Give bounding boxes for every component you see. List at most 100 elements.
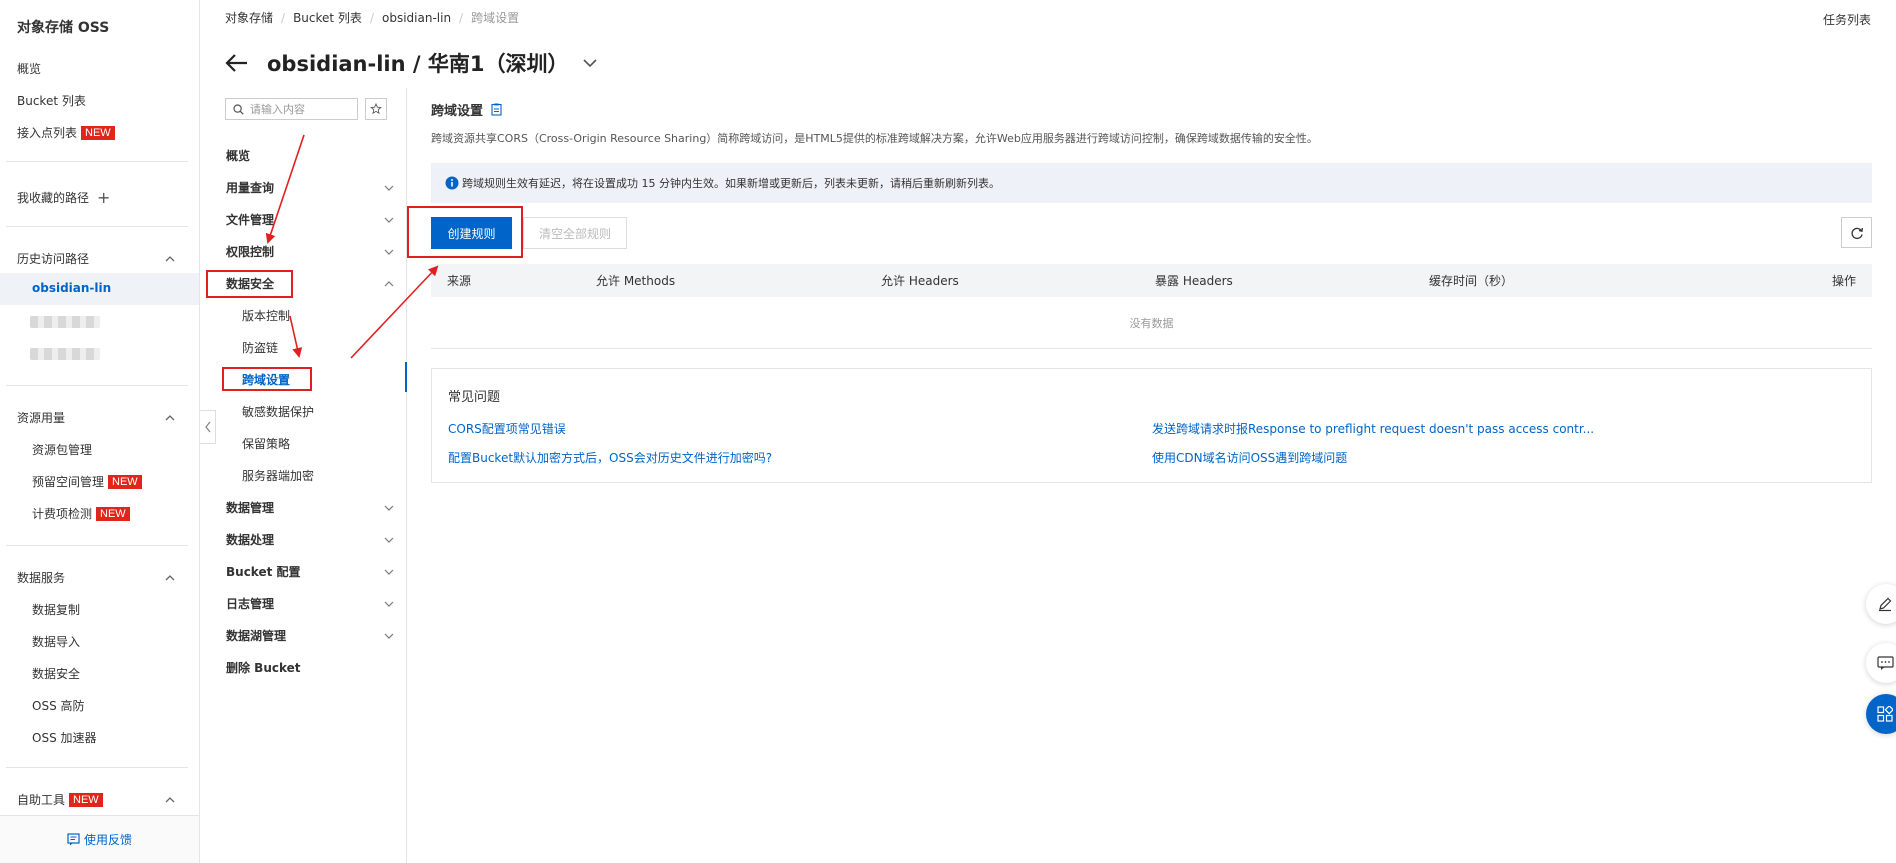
column-header-cache-time: 缓存时间（秒） — [1429, 274, 1514, 288]
breadcrumb-separator: / — [281, 10, 286, 25]
bucket-nav-overview[interactable]: 概览 — [226, 147, 396, 164]
apps-float-button[interactable] — [1866, 694, 1896, 734]
chevron-down-icon[interactable] — [582, 58, 598, 68]
history-item-obsidian-lin[interactable]: obsidian-lin — [0, 273, 199, 305]
faq-title: 常见问题 — [448, 390, 501, 405]
refresh-icon — [1850, 227, 1863, 239]
breadcrumb-separator: / — [369, 10, 374, 25]
resource-header[interactable]: 资源用量 — [17, 409, 177, 426]
bucket-nav-files[interactable]: 文件管理 — [226, 211, 396, 228]
bucket-nav-delete-bucket[interactable]: 删除 Bucket — [226, 659, 396, 676]
bucket-nav-label: 数据管理 — [226, 501, 275, 515]
annotation-box-cors — [222, 367, 312, 391]
back-arrow-icon[interactable] — [225, 53, 249, 73]
nav-divider — [6, 226, 188, 227]
resource-label: 资源用量 — [17, 411, 66, 425]
breadcrumb-current: 跨域设置 — [471, 11, 520, 25]
task-list-link[interactable]: 任务列表 — [1823, 11, 1871, 28]
favorite-star-button[interactable] — [365, 98, 387, 120]
bucket-nav-label: Bucket 配置 — [226, 565, 301, 579]
bucket-nav-versioning[interactable]: 版本控制 — [242, 307, 290, 324]
blurred-history-item[interactable] — [30, 316, 100, 328]
chevron-down-icon — [384, 249, 394, 255]
history-label: 历史访问路径 — [17, 252, 90, 266]
nav-item-label: 数据安全 — [32, 667, 81, 681]
bucket-nav-retention[interactable]: 保留策略 — [242, 435, 290, 452]
bucket-nav-permissions[interactable]: 权限控制 — [226, 243, 396, 260]
edit-float-button[interactable] — [1866, 584, 1896, 624]
nav-item-data-replication[interactable]: 数据复制 — [32, 601, 80, 618]
column-header-allow-headers: 允许 Headers — [881, 274, 959, 288]
column-header-origin: 来源 — [447, 274, 472, 288]
chevron-down-icon — [384, 633, 394, 639]
nav-item-resource-pack[interactable]: 资源包管理 — [32, 441, 92, 458]
nav-item-label: 数据复制 — [32, 603, 81, 617]
bucket-nav-sensitive-data[interactable]: 敏感数据保护 — [242, 403, 314, 420]
breadcrumb-separator: / — [459, 10, 464, 25]
nav-item-overview[interactable]: 概览 — [17, 60, 41, 77]
chevron-down-icon — [384, 537, 394, 543]
nav-item-data-import[interactable]: 数据导入 — [32, 633, 80, 650]
history-header[interactable]: 历史访问路径 — [17, 250, 177, 267]
edit-icon — [1879, 597, 1892, 612]
bucket-nav-data-processing[interactable]: 数据处理 — [226, 531, 396, 548]
table-empty-state: 没有数据 — [431, 297, 1872, 349]
clear-all-rules-button[interactable]: 清空全部规则 — [523, 217, 627, 249]
self-tools-header[interactable]: 自助工具 NEW — [17, 791, 177, 808]
self-tools-label: 自助工具 — [17, 793, 66, 807]
breadcrumb-link-bucket-list[interactable]: Bucket 列表 — [293, 9, 362, 26]
nav-item-data-security[interactable]: 数据安全 — [32, 665, 80, 682]
bucket-nav-logs[interactable]: 日志管理 — [226, 595, 396, 612]
favorites-header[interactable]: 我收藏的路径 + — [17, 188, 110, 207]
bucket-nav-label: 文件管理 — [226, 213, 275, 227]
chat-float-button[interactable] — [1866, 643, 1896, 683]
nav-item-oss-ddos[interactable]: OSS 高防 — [32, 697, 85, 714]
bucket-nav-label: 用量查询 — [226, 181, 275, 195]
add-favorite-icon[interactable]: + — [97, 188, 110, 207]
breadcrumb: 对象存储 / Bucket 列表 / obsidian-lin / 跨域设置 — [225, 9, 519, 26]
bucket-nav-data-lake[interactable]: 数据湖管理 — [226, 627, 396, 644]
nav-item-label: Bucket 列表 — [17, 94, 86, 108]
breadcrumb-link-bucket[interactable]: obsidian-lin — [382, 11, 451, 25]
chevron-up-icon — [384, 280, 394, 286]
bucket-nav-label: 权限控制 — [226, 245, 275, 259]
chevron-down-icon — [384, 185, 394, 191]
active-indicator — [405, 362, 407, 392]
bucket-nav-bucket-config[interactable]: Bucket 配置 — [226, 563, 396, 580]
nav-item-oss-accelerator[interactable]: OSS 加速器 — [32, 729, 97, 746]
bucket-nav-data-management[interactable]: 数据管理 — [226, 499, 396, 516]
chevron-down-icon — [384, 569, 394, 575]
search-input[interactable] — [250, 102, 350, 116]
bucket-nav-usage[interactable]: 用量查询 — [226, 179, 396, 196]
history-item-label: obsidian-lin — [32, 281, 112, 295]
refresh-button[interactable] — [1841, 217, 1872, 248]
star-icon — [370, 103, 382, 115]
favorites-label: 我收藏的路径 — [17, 191, 90, 205]
notice-text: 跨域规则生效有延迟，将在设置成功 15 分钟内生效。如果新增或更新后，列表未更新… — [462, 177, 1000, 190]
faq-link[interactable]: CORS配置项常见错误 — [448, 420, 566, 437]
nav-divider — [6, 545, 188, 546]
nav-item-bucket-list[interactable]: Bucket 列表 — [17, 92, 86, 109]
feedback-button[interactable]: 使用反馈 — [0, 815, 199, 863]
faq-link[interactable]: 发送跨域请求时报Response to preflight request do… — [1152, 420, 1594, 437]
data-service-header[interactable]: 数据服务 — [17, 569, 177, 586]
nav-item-access-points[interactable]: 接入点列表 NEW — [17, 124, 115, 141]
nav-divider — [6, 385, 188, 386]
breadcrumb-link-oss[interactable]: 对象存储 — [225, 9, 273, 26]
chevron-down-icon — [384, 601, 394, 607]
nav-divider — [6, 161, 188, 162]
bucket-nav-encryption[interactable]: 服务器端加密 — [242, 467, 314, 484]
nav-item-billing-check[interactable]: 计费项检测 NEW — [32, 505, 130, 522]
chevron-down-icon — [384, 217, 394, 223]
cors-description: 跨域资源共享CORS（Cross-Origin Resource Sharing… — [431, 132, 1318, 145]
document-icon[interactable] — [491, 103, 502, 116]
blurred-history-item[interactable] — [30, 348, 100, 360]
faq-link[interactable]: 配置Bucket默认加密方式后，OSS会对历史文件进行加密吗? — [448, 449, 772, 466]
faq-link[interactable]: 使用CDN域名访问OSS遇到跨域问题 — [1152, 449, 1347, 466]
nav-item-reserved-space[interactable]: 预留空间管理 NEW — [32, 473, 142, 490]
nav-item-label: 数据导入 — [32, 635, 81, 649]
new-badge: NEW — [96, 506, 130, 521]
bucket-nav-hotlink[interactable]: 防盗链 — [242, 339, 278, 356]
bucket-nav-label: 删除 Bucket — [226, 661, 301, 675]
bucket-nav-search[interactable] — [225, 98, 358, 120]
